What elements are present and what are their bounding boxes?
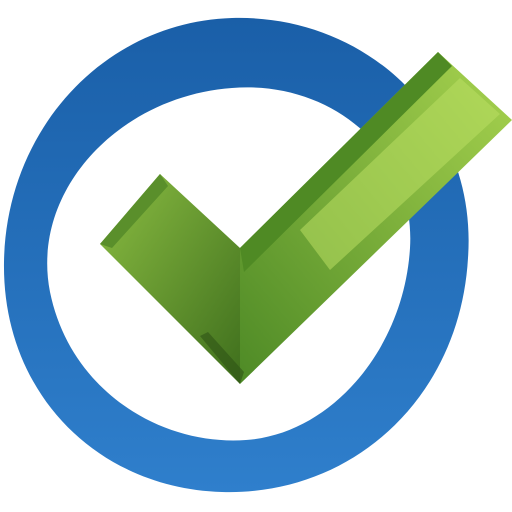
checkmark-in-circle-icon: [3, 17, 512, 493]
icon-canvas: [0, 0, 512, 512]
